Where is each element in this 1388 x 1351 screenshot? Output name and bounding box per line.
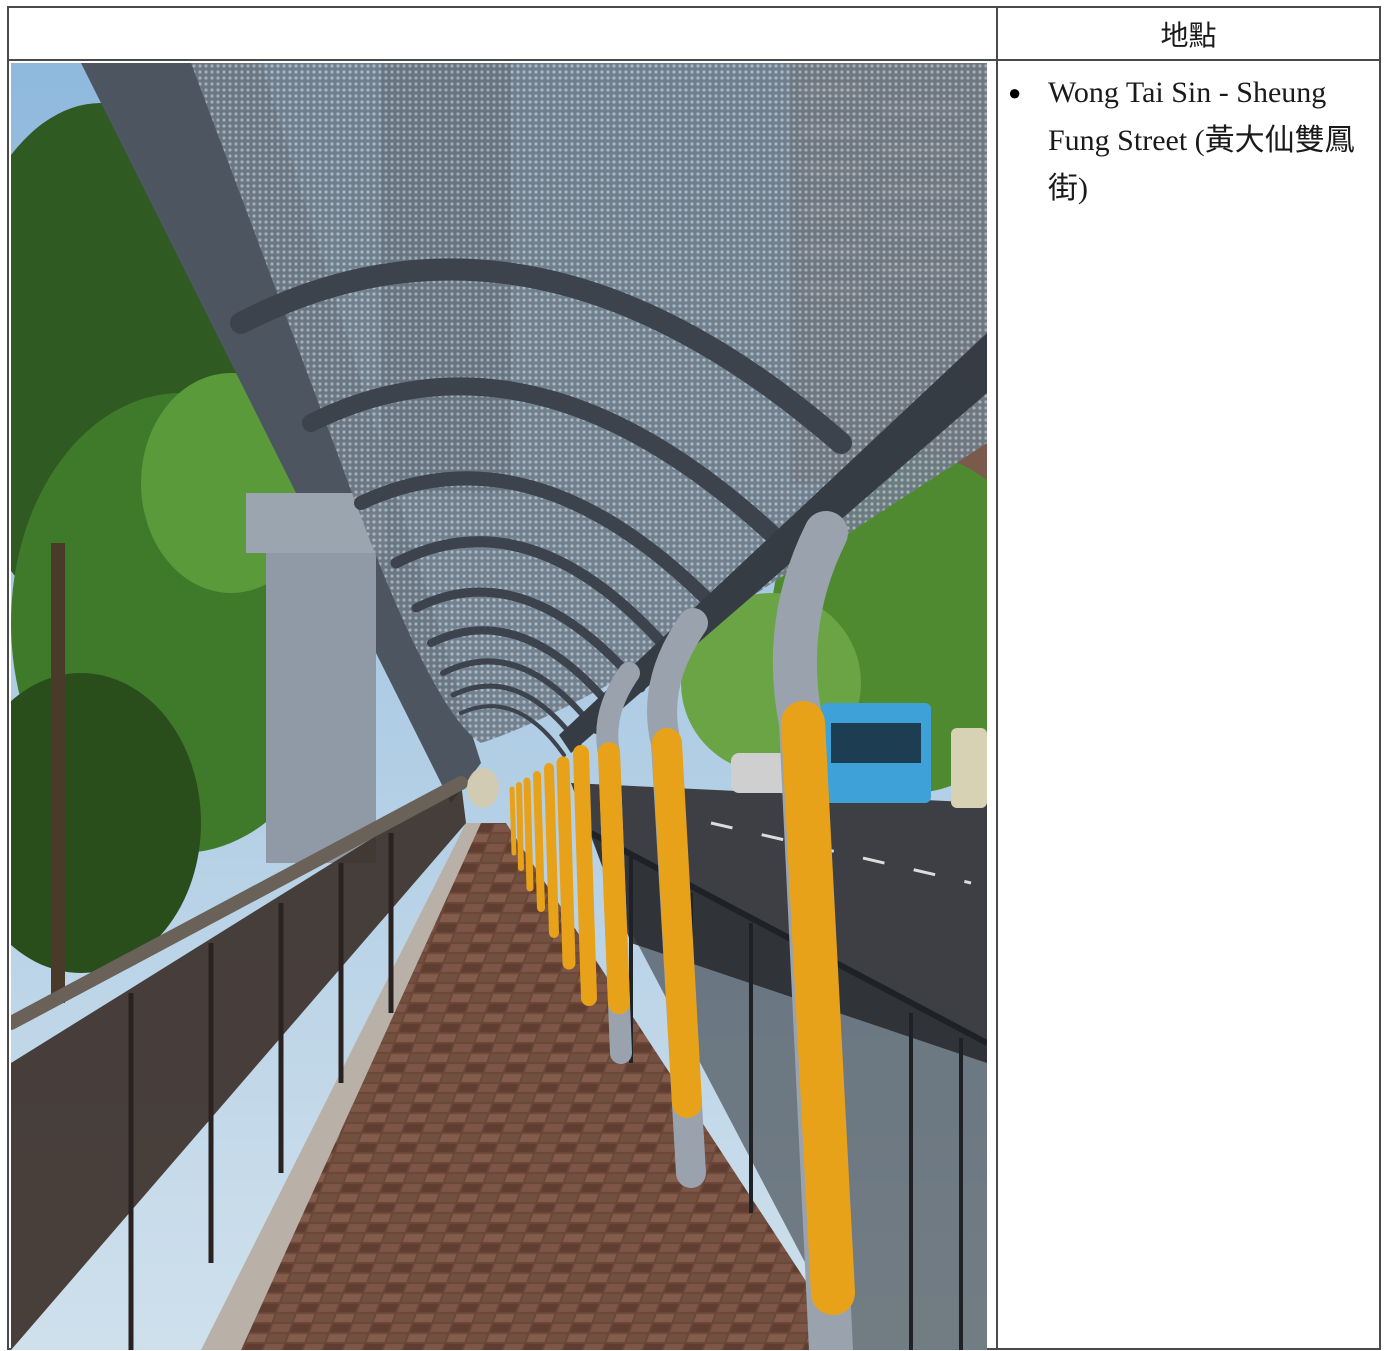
- table-header-row: 地點: [9, 8, 1379, 61]
- location-table: 地點 ● Wong Tai Sin - Sheung Fung Street (…: [7, 6, 1381, 1350]
- location-cell: ● Wong Tai Sin - Sheung Fung Street (黃大仙…: [1000, 63, 1379, 1348]
- location-list-item: ● Wong Tai Sin - Sheung Fung Street (黃大仙…: [1008, 69, 1370, 213]
- header-cell-location: 地點: [1160, 20, 1217, 52]
- location-name: Wong Tai Sin - Sheung Fung Street (黃大仙雙鳳…: [1048, 76, 1355, 205]
- walkway-photo: [11, 63, 987, 1350]
- bullet-icon: ●: [1008, 80, 1022, 105]
- column-divider: [996, 8, 998, 1348]
